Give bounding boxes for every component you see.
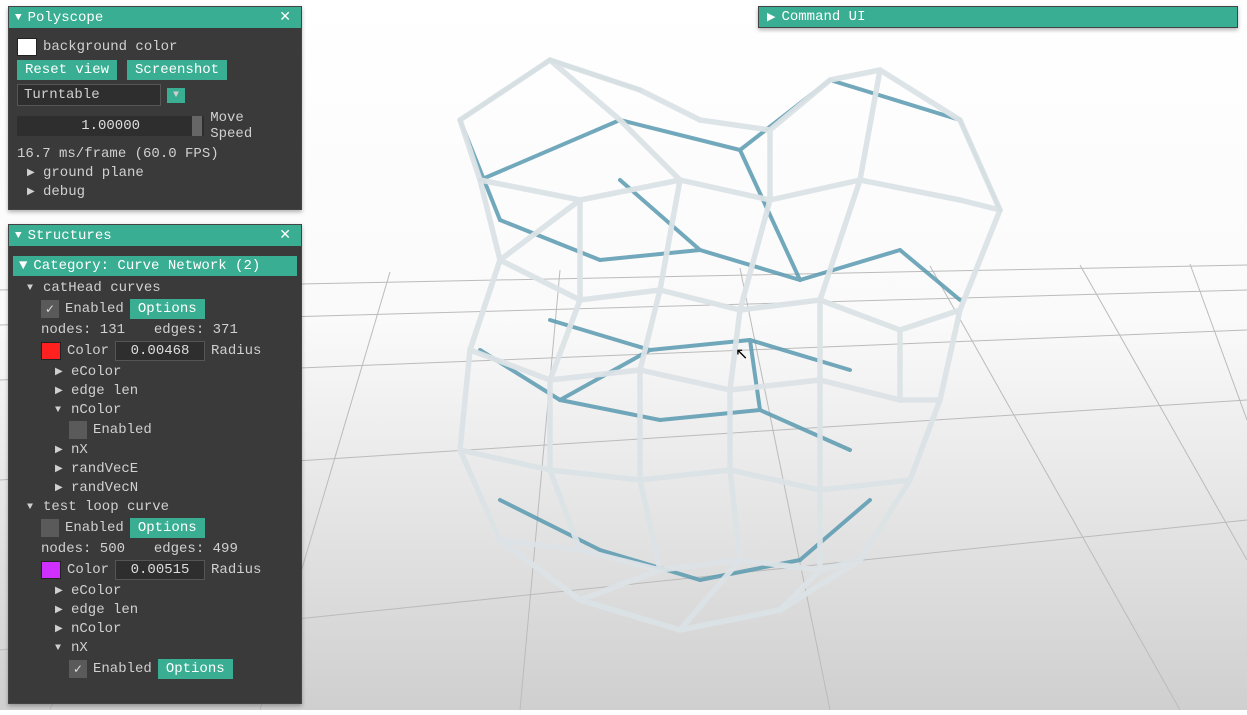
options-button[interactable]: Options — [130, 518, 205, 538]
property-tree-item[interactable]: ▶ eColor — [17, 364, 293, 380]
enabled-label: Enabled — [93, 661, 152, 677]
command-ui-panel: ▶ Command UI — [758, 6, 1238, 28]
dropdown-caret-icon[interactable]: ▼ — [167, 88, 185, 103]
property-tree-item[interactable]: ▼ nX — [17, 640, 293, 656]
ground-plane-tree-item[interactable]: ▶ ground plane — [17, 165, 293, 181]
mouse-cursor-icon: ↖ — [735, 344, 748, 364]
collapse-caret-icon[interactable]: ▼ — [15, 230, 22, 242]
curve-color-swatch[interactable] — [41, 342, 61, 360]
structure-name: test loop curve — [43, 499, 169, 515]
radius-input[interactable]: 0.00515 — [115, 560, 205, 580]
structure-item-header[interactable]: ▼ catHead curves — [17, 280, 293, 296]
debug-label: debug — [43, 184, 85, 200]
property-label: nX — [71, 640, 88, 656]
command-ui-title: Command UI — [781, 9, 865, 25]
expand-caret-icon: ▶ — [55, 463, 65, 475]
color-label: Color — [67, 343, 109, 359]
edge-count: edges: 371 — [154, 322, 238, 338]
radius-label: Radius — [211, 343, 261, 359]
nav-mode-dropdown[interactable]: Turntable — [17, 84, 161, 106]
debug-tree-item[interactable]: ▶ debug — [17, 184, 293, 200]
reset-view-button[interactable]: Reset view — [17, 60, 117, 80]
expand-caret-icon: ▶ — [55, 585, 65, 597]
node-count: nodes: 131 — [41, 322, 125, 338]
node-count: nodes: 500 — [41, 541, 125, 557]
radius-label: Radius — [211, 562, 261, 578]
property-label: eColor — [71, 364, 121, 380]
close-icon[interactable]: ✕ — [275, 227, 295, 244]
expand-caret-icon: ▶ — [55, 482, 65, 494]
frame-stats-label: 16.7 ms/frame (60.0 FPS) — [17, 146, 293, 162]
expand-caret-icon: ▶ — [55, 623, 65, 635]
collapse-caret-icon: ▼ — [55, 643, 65, 654]
polyscope-panel: ▼ Polyscope ✕ background color Reset vie… — [8, 6, 302, 210]
collapse-caret-icon: ▼ — [19, 258, 27, 274]
ground-plane-label: ground plane — [43, 165, 144, 181]
structure-item-header[interactable]: ▼ test loop curve — [17, 499, 293, 515]
expand-caret-icon: ▶ — [55, 444, 65, 456]
enabled-label: Enabled — [65, 301, 124, 317]
nav-mode-value: Turntable — [24, 87, 100, 103]
enabled-checkbox[interactable] — [69, 421, 87, 439]
structure-name: catHead curves — [43, 280, 161, 296]
property-tree-item[interactable]: ▶ edge len — [17, 383, 293, 399]
property-label: nColor — [71, 621, 121, 637]
move-speed-slider[interactable]: 1.00000 — [17, 116, 204, 136]
expand-caret-icon: ▶ — [27, 167, 37, 179]
curve-color-swatch[interactable] — [41, 561, 61, 579]
collapse-caret-icon: ▼ — [27, 283, 37, 294]
property-tree-item[interactable]: ▶ randVecN — [17, 480, 293, 496]
property-label: nX — [71, 442, 88, 458]
enabled-checkbox[interactable] — [41, 519, 59, 537]
property-tree-item[interactable]: ▶ nX — [17, 442, 293, 458]
options-button[interactable]: Options — [158, 659, 233, 679]
color-label: Color — [67, 562, 109, 578]
screenshot-button[interactable]: Screenshot — [127, 60, 227, 80]
category-label: Category: Curve Network (2) — [33, 258, 260, 274]
expand-caret-icon: ▶ — [55, 385, 65, 397]
property-label: nColor — [71, 402, 121, 418]
edge-count: edges: 499 — [154, 541, 238, 557]
property-label: edge len — [71, 383, 138, 399]
enabled-label: Enabled — [65, 520, 124, 536]
close-icon[interactable]: ✕ — [275, 9, 295, 26]
property-label: randVecN — [71, 480, 138, 496]
polyscope-panel-header[interactable]: ▼ Polyscope ✕ — [9, 7, 301, 28]
property-label: randVecE — [71, 461, 138, 477]
structures-title: Structures — [28, 228, 112, 244]
move-speed-value: 1.00000 — [81, 118, 140, 134]
property-tree-item[interactable]: ▶ edge len — [17, 602, 293, 618]
slider-thumb[interactable] — [192, 116, 202, 136]
collapse-caret-icon: ▼ — [55, 405, 65, 416]
property-label: edge len — [71, 602, 138, 618]
expand-caret-icon[interactable]: ▶ — [767, 10, 775, 24]
structures-panel-header[interactable]: ▼ Structures ✕ — [9, 225, 301, 246]
command-ui-header[interactable]: ▶ Command UI — [759, 7, 1237, 27]
structures-panel: ▼ Structures ✕ ▼ Category: Curve Network… — [8, 224, 302, 704]
property-tree-item[interactable]: ▶ eColor — [17, 583, 293, 599]
property-tree-item[interactable]: ▶ randVecE — [17, 461, 293, 477]
expand-caret-icon: ▶ — [27, 186, 37, 198]
property-tree-item[interactable]: ▶ nColor — [17, 621, 293, 637]
enabled-label: Enabled — [93, 422, 152, 438]
background-color-swatch[interactable] — [17, 38, 37, 56]
panel-title-label: Polyscope — [28, 10, 104, 26]
expand-caret-icon: ▶ — [55, 604, 65, 616]
collapse-caret-icon: ▼ — [27, 502, 37, 513]
expand-caret-icon: ▶ — [55, 366, 65, 378]
property-tree-item[interactable]: ▼ nColor — [17, 402, 293, 418]
radius-input[interactable]: 0.00468 — [115, 341, 205, 361]
move-speed-label: Move Speed — [210, 110, 293, 142]
enabled-checkbox[interactable] — [41, 300, 59, 318]
enabled-checkbox[interactable] — [69, 660, 87, 678]
category-header[interactable]: ▼ Category: Curve Network (2) — [13, 256, 297, 276]
collapse-caret-icon[interactable]: ▼ — [15, 12, 22, 24]
property-label: eColor — [71, 583, 121, 599]
options-button[interactable]: Options — [130, 299, 205, 319]
background-color-label: background color — [43, 39, 177, 55]
